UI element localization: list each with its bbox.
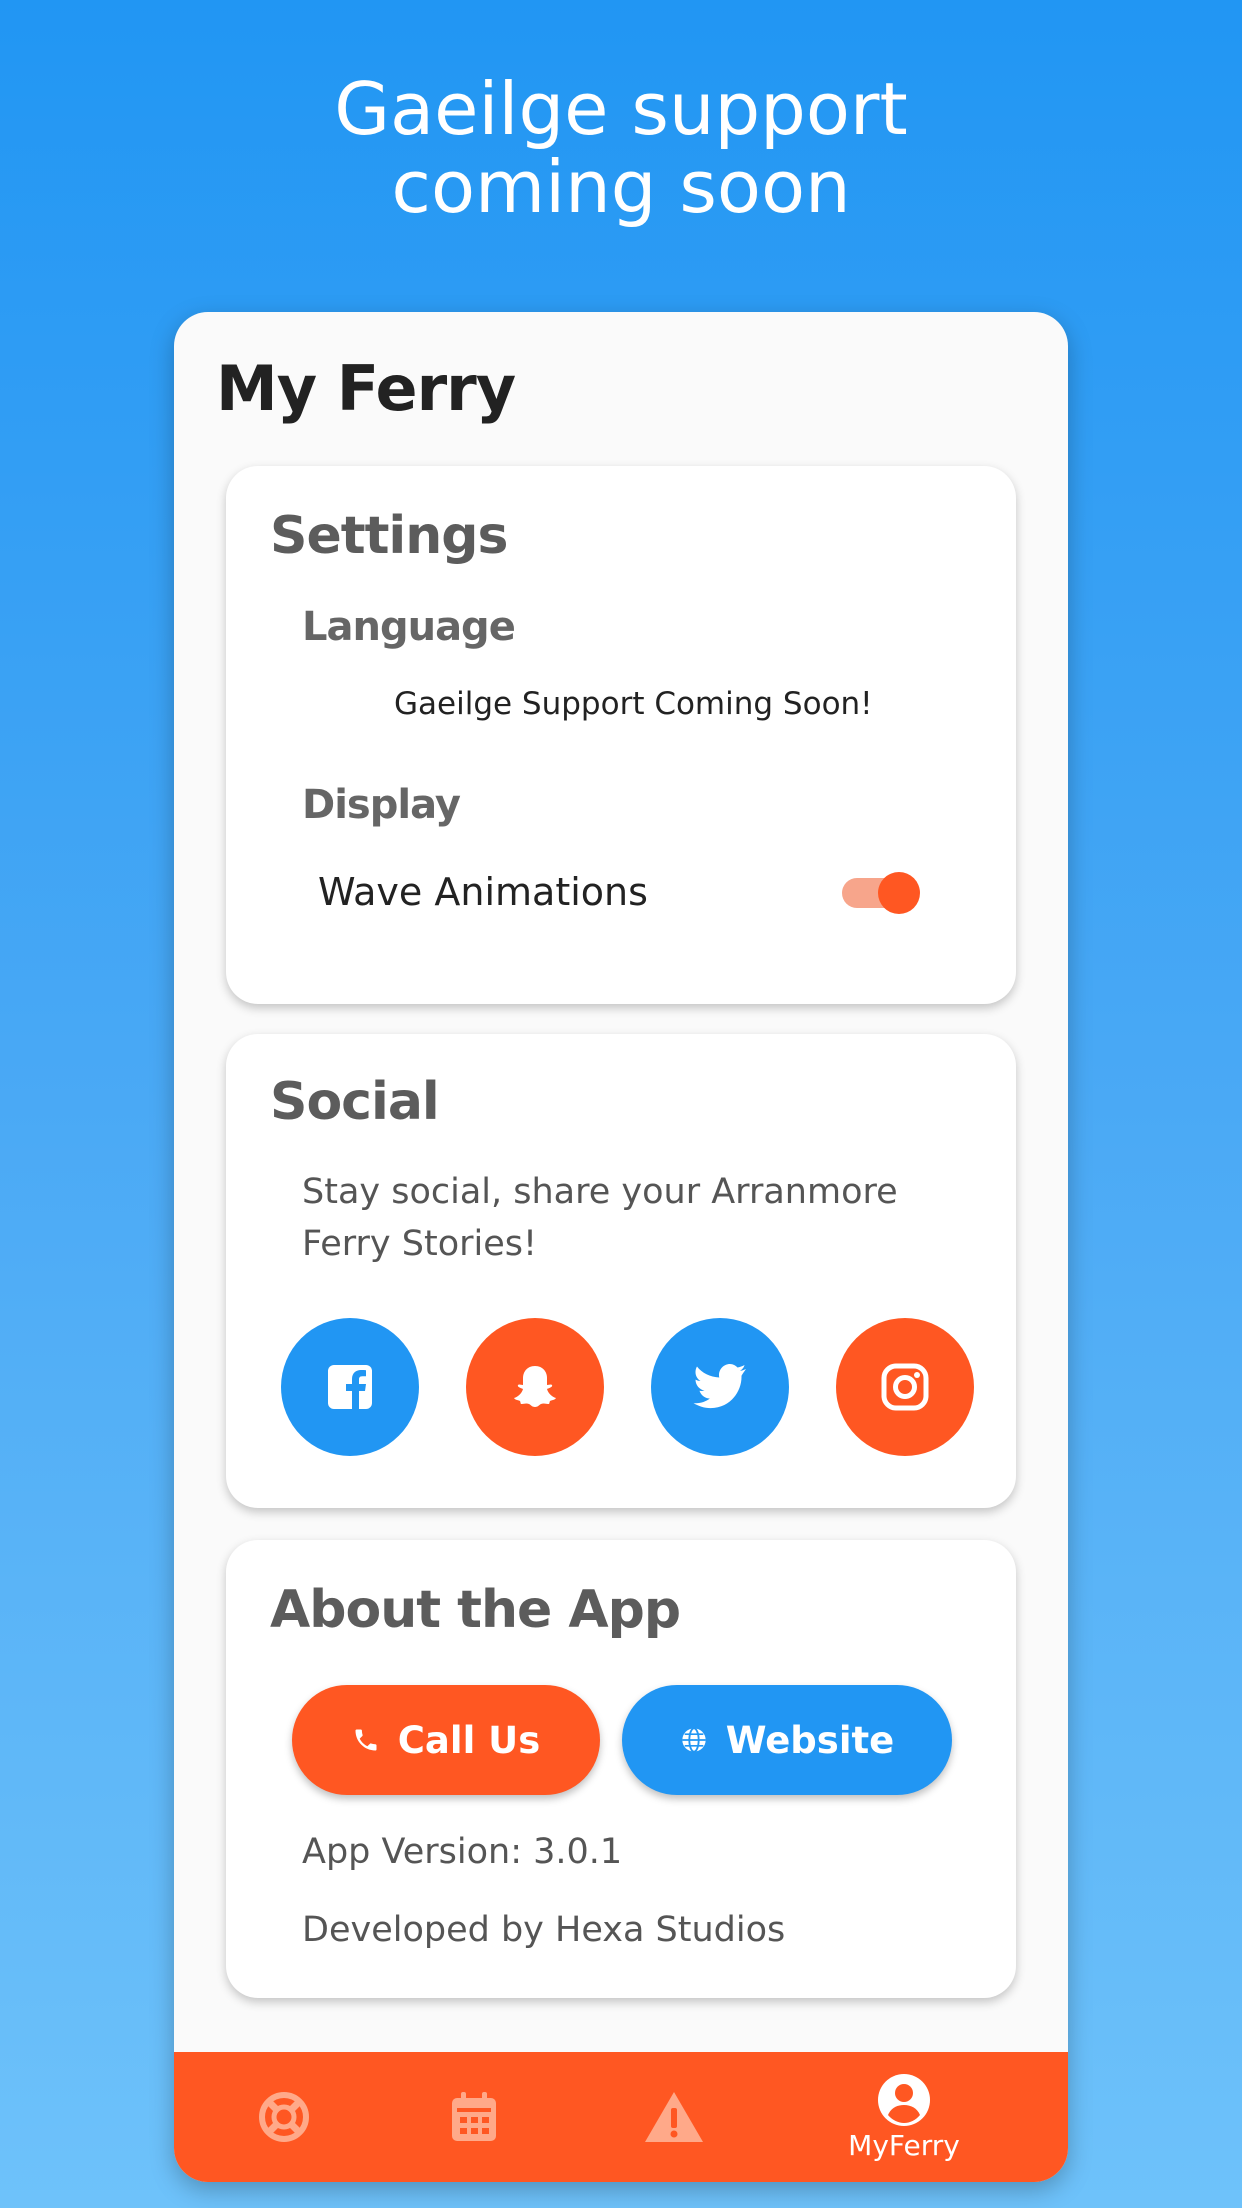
banner-line-2: coming soon [391, 145, 851, 229]
snapchat-button[interactable] [466, 1318, 604, 1456]
website-label: Website [725, 1718, 895, 1762]
instagram-icon [881, 1363, 929, 1411]
facebook-icon [328, 1365, 372, 1409]
snapchat-icon [514, 1366, 556, 1407]
nav-item-myferry[interactable]: MyFerry [834, 2052, 974, 2182]
website-button[interactable]: Website [622, 1685, 952, 1795]
banner-line-1: Gaeilge support [334, 67, 908, 151]
facebook-button[interactable] [281, 1318, 419, 1456]
wave-animations-label: Wave Animations [318, 870, 648, 914]
globe-icon [682, 1727, 706, 1753]
nav-item-calendar[interactable] [414, 2052, 534, 2182]
app-screen: My Ferry Settings Language Gaeilge Suppo… [174, 312, 1068, 2182]
page-title: My Ferry [216, 352, 516, 425]
calendar-icon [452, 2092, 496, 2141]
twitter-icon [693, 1364, 746, 1409]
toggle-knob [878, 872, 920, 914]
language-heading: Language [302, 604, 516, 650]
account-icon [878, 2073, 930, 2126]
social-text-line-2: Ferry Stories! [302, 1224, 538, 1264]
about-card: About the App Call Us Website App Versio… [226, 1540, 1016, 1998]
lifebuoy-icon [259, 2092, 309, 2142]
settings-title: Settings [270, 506, 508, 566]
bottom-nav: MyFerry [174, 2052, 1068, 2182]
developer-credit: Developed by Hexa Studios [302, 1910, 786, 1950]
language-note: Gaeilge Support Coming Soon! [394, 686, 873, 722]
call-us-button[interactable]: Call Us [292, 1685, 600, 1795]
settings-card: Settings Language Gaeilge Support Coming… [226, 466, 1016, 1004]
social-card: Social Stay social, share your Arranmore… [226, 1034, 1016, 1508]
display-heading: Display [302, 782, 461, 828]
app-version: App Version: 3.0.1 [302, 1832, 623, 1872]
nav-label-myferry: MyFerry [848, 2128, 960, 2162]
wave-animations-toggle[interactable] [842, 872, 920, 914]
twitter-button[interactable] [651, 1318, 789, 1456]
nav-item-alerts[interactable] [614, 2052, 734, 2182]
about-title: About the App [270, 1580, 681, 1640]
nav-item-lifebuoy[interactable] [224, 2052, 344, 2182]
warning-icon [645, 2092, 703, 2142]
phone-icon [355, 1729, 377, 1751]
social-title: Social [270, 1072, 440, 1132]
social-text-line-1: Stay social, share your Arranmore [302, 1172, 898, 1212]
call-us-label: Call Us [397, 1718, 541, 1762]
banner-headline: Gaeilge support coming soon [0, 70, 1242, 226]
instagram-button[interactable] [836, 1318, 974, 1456]
